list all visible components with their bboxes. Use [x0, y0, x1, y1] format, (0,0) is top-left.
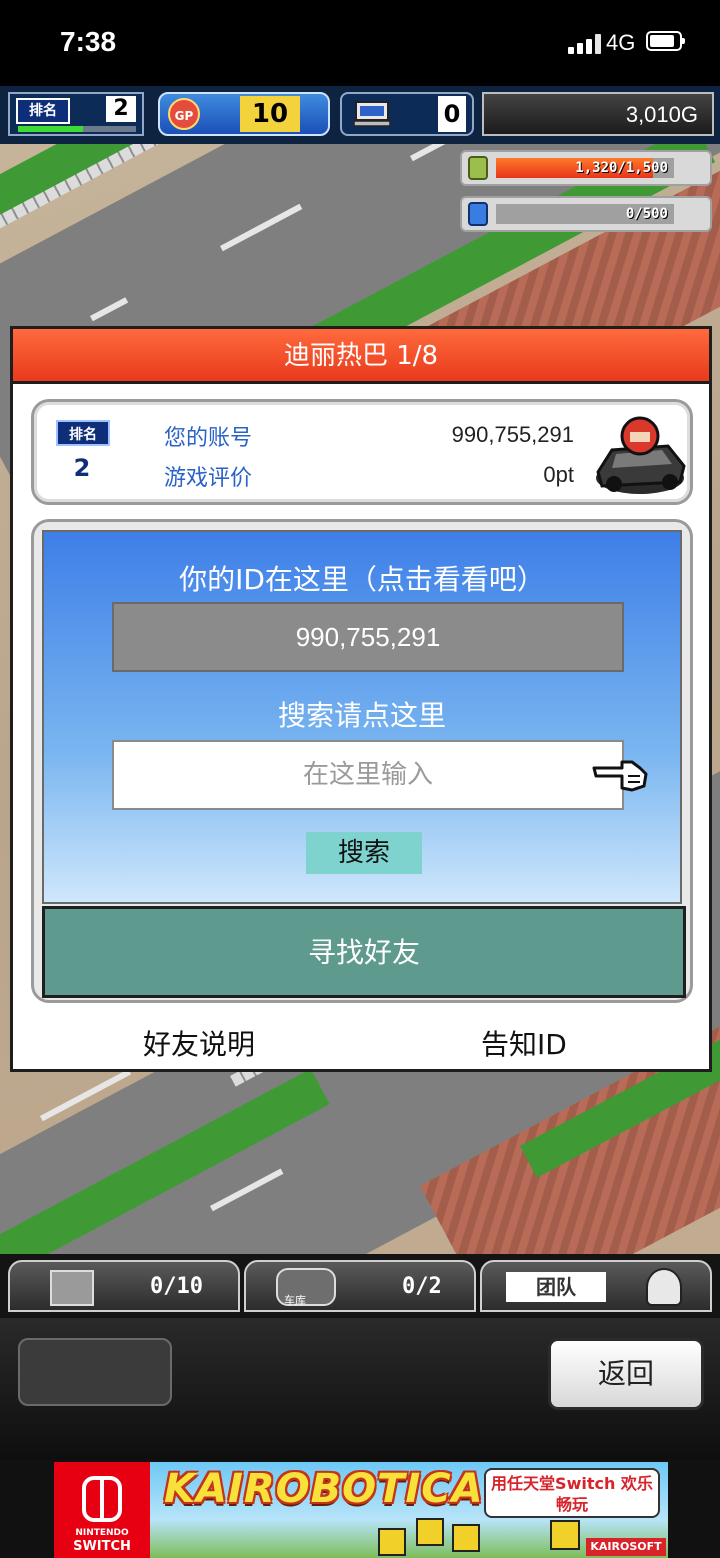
id-heading: 你的ID在这里（点击看看吧）	[179, 563, 545, 596]
garage-count: 0/2	[402, 1274, 442, 1299]
rank-label: 排名	[16, 98, 70, 124]
fuel-text: 0/500	[625, 206, 668, 222]
research-value: 0	[438, 96, 466, 132]
player-car-icon	[596, 416, 686, 494]
robot-icon	[452, 1524, 480, 1552]
search-area: 你的ID在这里（点击看看吧） 990,755,291 搜索请点这里 在这里输入 …	[42, 530, 682, 904]
search-button[interactable]: 搜索	[306, 832, 422, 874]
top-hud: 排名 2 GP 10 0 3,010G	[0, 86, 720, 144]
robot-icon	[416, 1518, 444, 1546]
rank-value: 2	[106, 96, 136, 122]
tab-items[interactable]: 0/10	[8, 1260, 240, 1312]
robot-icon	[378, 1528, 406, 1556]
team-label: 团队	[506, 1272, 606, 1302]
bottom-panel: 返回	[0, 1318, 720, 1460]
friend-help-link[interactable]: 好友说明	[143, 1023, 255, 1063]
ad-slogan: 用任天堂Switch 欢乐畅玩	[484, 1468, 660, 1518]
signal-icon	[568, 34, 602, 54]
money-amount: 3,010G	[625, 102, 698, 127]
coin-stack-icon	[468, 156, 488, 180]
switch-icon	[82, 1476, 122, 1522]
computer-icon	[353, 101, 391, 127]
friend-dialog: 迪丽热巴 1/8 排名 2 您的账号 990,755,291 游戏评价 0pt …	[10, 326, 712, 1072]
rank-progress-fill	[18, 126, 83, 132]
tab-team[interactable]: 团队	[480, 1260, 712, 1312]
rank-indicator[interactable]: 排名 2	[8, 92, 144, 136]
find-friend-button[interactable]: 寻找好友	[42, 906, 686, 998]
coins-text: 1,320/1,500	[575, 160, 668, 176]
garage-label: 车库	[284, 1294, 306, 1307]
dialog-title: 迪丽热巴 1/8	[13, 329, 709, 384]
my-id-field[interactable]: 990,755,291	[112, 602, 624, 672]
ad-artwork: KAIROBOTICA 用任天堂Switch 欢乐畅玩 KAIROSOFT	[150, 1462, 668, 1558]
friend-id-input[interactable]: 在这里输入	[112, 740, 624, 810]
rating-value: 0pt	[543, 462, 574, 487]
ad-maker: KAIROSOFT	[586, 1538, 666, 1556]
friend-search-panel: 你的ID在这里（点击看看吧） 990,755,291 搜索请点这里 在这里输入 …	[31, 519, 693, 1003]
bottom-tab-bar: 0/10 车库 0/2 团队	[0, 1254, 720, 1318]
account-label: 您的账号	[164, 426, 253, 451]
robot-icon	[550, 1520, 580, 1550]
profile-rank-value: 2	[73, 454, 91, 482]
ad-banner[interactable]: NINTENDO SWITCH KAIROBOTICA 用任天堂Switch 欢…	[0, 1460, 720, 1558]
resource-gauge-coins: 1,320/1,500	[460, 150, 712, 186]
research-indicator[interactable]: 0	[340, 92, 474, 136]
items-count: 0/10	[150, 1274, 203, 1299]
ad-title: KAIROBOTICA	[164, 1466, 484, 1512]
profile-card: 排名 2 您的账号 990,755,291 游戏评价 0pt	[31, 399, 693, 505]
money-display: 3,010G	[482, 92, 714, 136]
ad-brand-line1: NINTENDO	[75, 1528, 129, 1538]
account-value: 990,755,291	[451, 422, 574, 447]
fuel-bottle-icon	[468, 202, 488, 226]
gp-value: 10	[240, 96, 300, 132]
empty-slot-button[interactable]	[18, 1338, 172, 1406]
crate-icon	[50, 1270, 94, 1306]
status-bar: 7:38 4G	[0, 0, 720, 86]
rating-label: 游戏评价	[164, 466, 253, 491]
pointing-hand-icon	[592, 760, 648, 792]
profile-rank-label: 排名	[56, 420, 110, 446]
tell-id-link[interactable]: 告知ID	[481, 1023, 567, 1063]
staff-avatar-icon	[646, 1268, 682, 1306]
network-type: 4G	[606, 30, 636, 55]
resource-gauge-fuel: 0/500	[460, 196, 712, 232]
gp-indicator[interactable]: GP 10	[158, 92, 330, 136]
battery-icon	[646, 31, 685, 51]
clock: 7:38	[60, 26, 117, 57]
gp-coin-icon: GP	[168, 98, 200, 130]
search-heading: 搜索请点这里	[277, 699, 446, 732]
ad-brand-line2: SWITCH	[73, 1539, 131, 1554]
tab-garage[interactable]: 车库 0/2	[244, 1260, 476, 1312]
rank-progress-bar	[18, 126, 136, 132]
nintendo-switch-logo: NINTENDO SWITCH	[54, 1462, 150, 1558]
back-button[interactable]: 返回	[548, 1338, 704, 1410]
